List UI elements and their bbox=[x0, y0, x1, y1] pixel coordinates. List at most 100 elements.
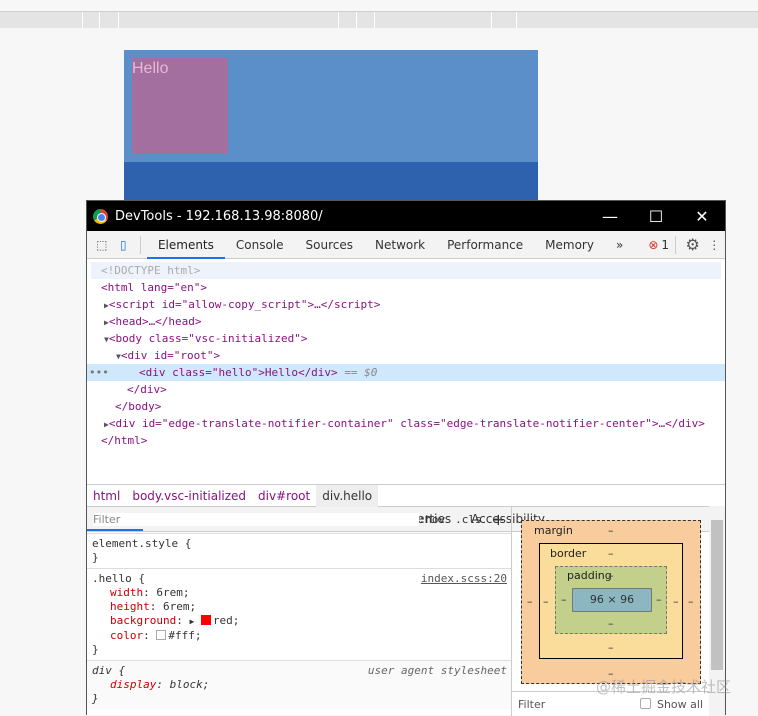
margin-left[interactable]: – bbox=[527, 595, 533, 608]
inspect-element-icon[interactable]: ⬚ bbox=[91, 233, 113, 257]
border-box[interactable]: border – – – – padding – – – – 96 × 96 bbox=[539, 543, 683, 659]
padding-box[interactable]: padding – – – – 96 × 96 bbox=[555, 566, 667, 634]
prop-name: color bbox=[110, 629, 144, 642]
padding-bottom[interactable]: – bbox=[608, 617, 614, 630]
devtools-window: DevTools - 192.168.13.98:8080/ — ☐ ✕ ⬚ ▯… bbox=[86, 200, 726, 716]
computed-filter-input[interactable]: Filter bbox=[518, 698, 545, 711]
dom-tree: <!DOCTYPE html> <html lang="en"> ▶<scrip… bbox=[87, 259, 725, 485]
styles-pane: Filter :hov .cls + element.style { } .he… bbox=[87, 506, 512, 716]
watermark: @稀土掘金技术社区 bbox=[596, 678, 732, 696]
tab-elements[interactable]: Elements bbox=[146, 231, 225, 259]
dom-div-close[interactable]: </div> bbox=[87, 381, 725, 398]
color-swatch[interactable] bbox=[200, 615, 211, 625]
css-property: display: block; bbox=[110, 678, 210, 691]
prop-value: red; bbox=[212, 614, 240, 627]
minimize-button[interactable]: — bbox=[587, 201, 633, 231]
prop-name: display bbox=[110, 678, 157, 691]
element-style-rule: element.style { } bbox=[87, 534, 511, 569]
breadcrumb: html body.vsc-initialized div#root div.h… bbox=[87, 484, 725, 507]
margin-top[interactable]: – bbox=[608, 524, 614, 537]
dom-text: <body class="vsc-initialized"> bbox=[108, 332, 308, 345]
window-title: DevTools - 192.168.13.98:8080/ bbox=[115, 208, 323, 224]
prop-value: #fff; bbox=[168, 629, 202, 642]
padding-label: padding bbox=[567, 569, 612, 582]
page-container: Hello bbox=[124, 50, 538, 200]
maximize-button[interactable]: ☐ bbox=[633, 201, 679, 231]
error-icon[interactable]: ⊗ bbox=[648, 238, 658, 252]
show-all-label: Show all bbox=[656, 697, 703, 711]
dom-text: <div id="edge-translate-notifier-contain… bbox=[108, 417, 705, 430]
css-property[interactable]: color: #fff; bbox=[92, 629, 506, 643]
margin-right[interactable]: – bbox=[688, 595, 694, 608]
dom-html-close[interactable]: </html> bbox=[87, 432, 725, 449]
dom-body-close[interactable]: </body> bbox=[87, 398, 725, 415]
dom-body[interactable]: ▼<body class="vsc-initialized"> bbox=[87, 330, 725, 347]
cls-button[interactable]: .cls bbox=[455, 513, 482, 526]
crumb-body[interactable]: body.vsc-initialized bbox=[126, 485, 252, 507]
brace: } bbox=[92, 643, 99, 656]
dom-text: <script id="allow-copy_script">…</script… bbox=[108, 298, 381, 311]
crumb-root[interactable]: div#root bbox=[252, 485, 316, 507]
tab-sources[interactable]: Sources bbox=[295, 231, 364, 259]
css-property[interactable]: background: ▶ red; bbox=[92, 614, 506, 629]
css-property[interactable]: width: 6rem; bbox=[92, 586, 506, 600]
prop-value: block; bbox=[169, 678, 210, 691]
tab-performance[interactable]: Performance bbox=[436, 231, 534, 259]
selected-marker: == $0 bbox=[344, 366, 378, 379]
scrollbar-thumb[interactable] bbox=[711, 520, 723, 670]
browser-toolbar bbox=[0, 11, 758, 28]
close-button[interactable]: ✕ bbox=[679, 201, 725, 231]
border-top[interactable]: – bbox=[608, 547, 614, 560]
hello-div: Hello bbox=[132, 58, 228, 154]
dom-hello-selected[interactable]: ••• <div class="hello">Hello</div> == $0 bbox=[87, 364, 725, 381]
border-right[interactable]: – bbox=[673, 595, 679, 608]
selector[interactable]: element.style { bbox=[92, 537, 506, 551]
prop-value: 6rem; bbox=[163, 600, 197, 613]
content-box[interactable]: 96 × 96 bbox=[572, 588, 652, 612]
styles-filter-input[interactable]: Filter bbox=[93, 513, 419, 526]
color-swatch[interactable] bbox=[156, 630, 167, 640]
dom-root[interactable]: ▼<div id="root"> bbox=[87, 347, 725, 364]
source-label: user agent stylesheet bbox=[367, 664, 507, 677]
devtools-toolbar: ⬚ ▯ Elements Console Sources Network Per… bbox=[87, 231, 725, 259]
padding-right[interactable]: – bbox=[656, 593, 662, 606]
expand-icon[interactable]: ▶ bbox=[189, 617, 194, 626]
crumb-hello[interactable]: div.hello bbox=[316, 484, 379, 507]
more-options-icon[interactable]: ⋮ bbox=[703, 233, 725, 257]
padding-top[interactable]: – bbox=[608, 569, 614, 582]
css-property[interactable]: height: 6rem; bbox=[92, 600, 506, 614]
source-link[interactable]: index.scss:20 bbox=[421, 572, 507, 586]
device-toolbar-icon[interactable]: ▯ bbox=[113, 233, 135, 257]
add-rule-button[interactable]: + bbox=[492, 510, 505, 529]
more-tabs-button[interactable]: » bbox=[605, 231, 634, 259]
ellipsis-icon[interactable]: ••• bbox=[89, 364, 109, 381]
tab-network[interactable]: Network bbox=[364, 231, 436, 259]
title-bar: DevTools - 192.168.13.98:8080/ — ☐ ✕ bbox=[87, 201, 725, 231]
dom-notifier[interactable]: ▶<div id="edge-translate-notifier-contai… bbox=[87, 415, 725, 432]
page-lower-band bbox=[124, 162, 538, 200]
margin-label: margin bbox=[534, 524, 573, 537]
settings-gear-icon[interactable]: ⚙ bbox=[682, 233, 704, 257]
dom-doctype[interactable]: <!DOCTYPE html> bbox=[91, 262, 721, 279]
tab-console[interactable]: Console bbox=[225, 231, 295, 259]
border-label: border bbox=[550, 547, 587, 560]
dom-head[interactable]: ▶<head>…</head> bbox=[87, 313, 725, 330]
prop-name: height bbox=[110, 600, 150, 613]
error-count[interactable]: 1 bbox=[661, 238, 669, 252]
chrome-icon bbox=[93, 208, 108, 224]
border-left[interactable]: – bbox=[543, 595, 549, 608]
crumb-html[interactable]: html bbox=[87, 485, 126, 507]
tab-memory[interactable]: Memory bbox=[534, 231, 605, 259]
divider bbox=[140, 235, 141, 254]
border-bottom[interactable]: – bbox=[608, 641, 614, 654]
brace: } bbox=[92, 692, 99, 705]
hello-rule: .hello { index.scss:20 width: 6rem; heig… bbox=[87, 569, 511, 661]
show-all-checkbox[interactable]: Show all bbox=[640, 697, 703, 711]
padding-left[interactable]: – bbox=[561, 593, 567, 606]
checkbox-icon[interactable] bbox=[640, 697, 652, 709]
dom-script[interactable]: ▶<script id="allow-copy_script">…</scrip… bbox=[87, 296, 725, 313]
dom-html-open[interactable]: <html lang="en"> bbox=[87, 279, 725, 296]
prop-name: width bbox=[110, 586, 144, 599]
hov-button[interactable]: :hov bbox=[419, 513, 446, 526]
margin-box[interactable]: margin – – – – border – – – – padding – … bbox=[521, 520, 701, 684]
